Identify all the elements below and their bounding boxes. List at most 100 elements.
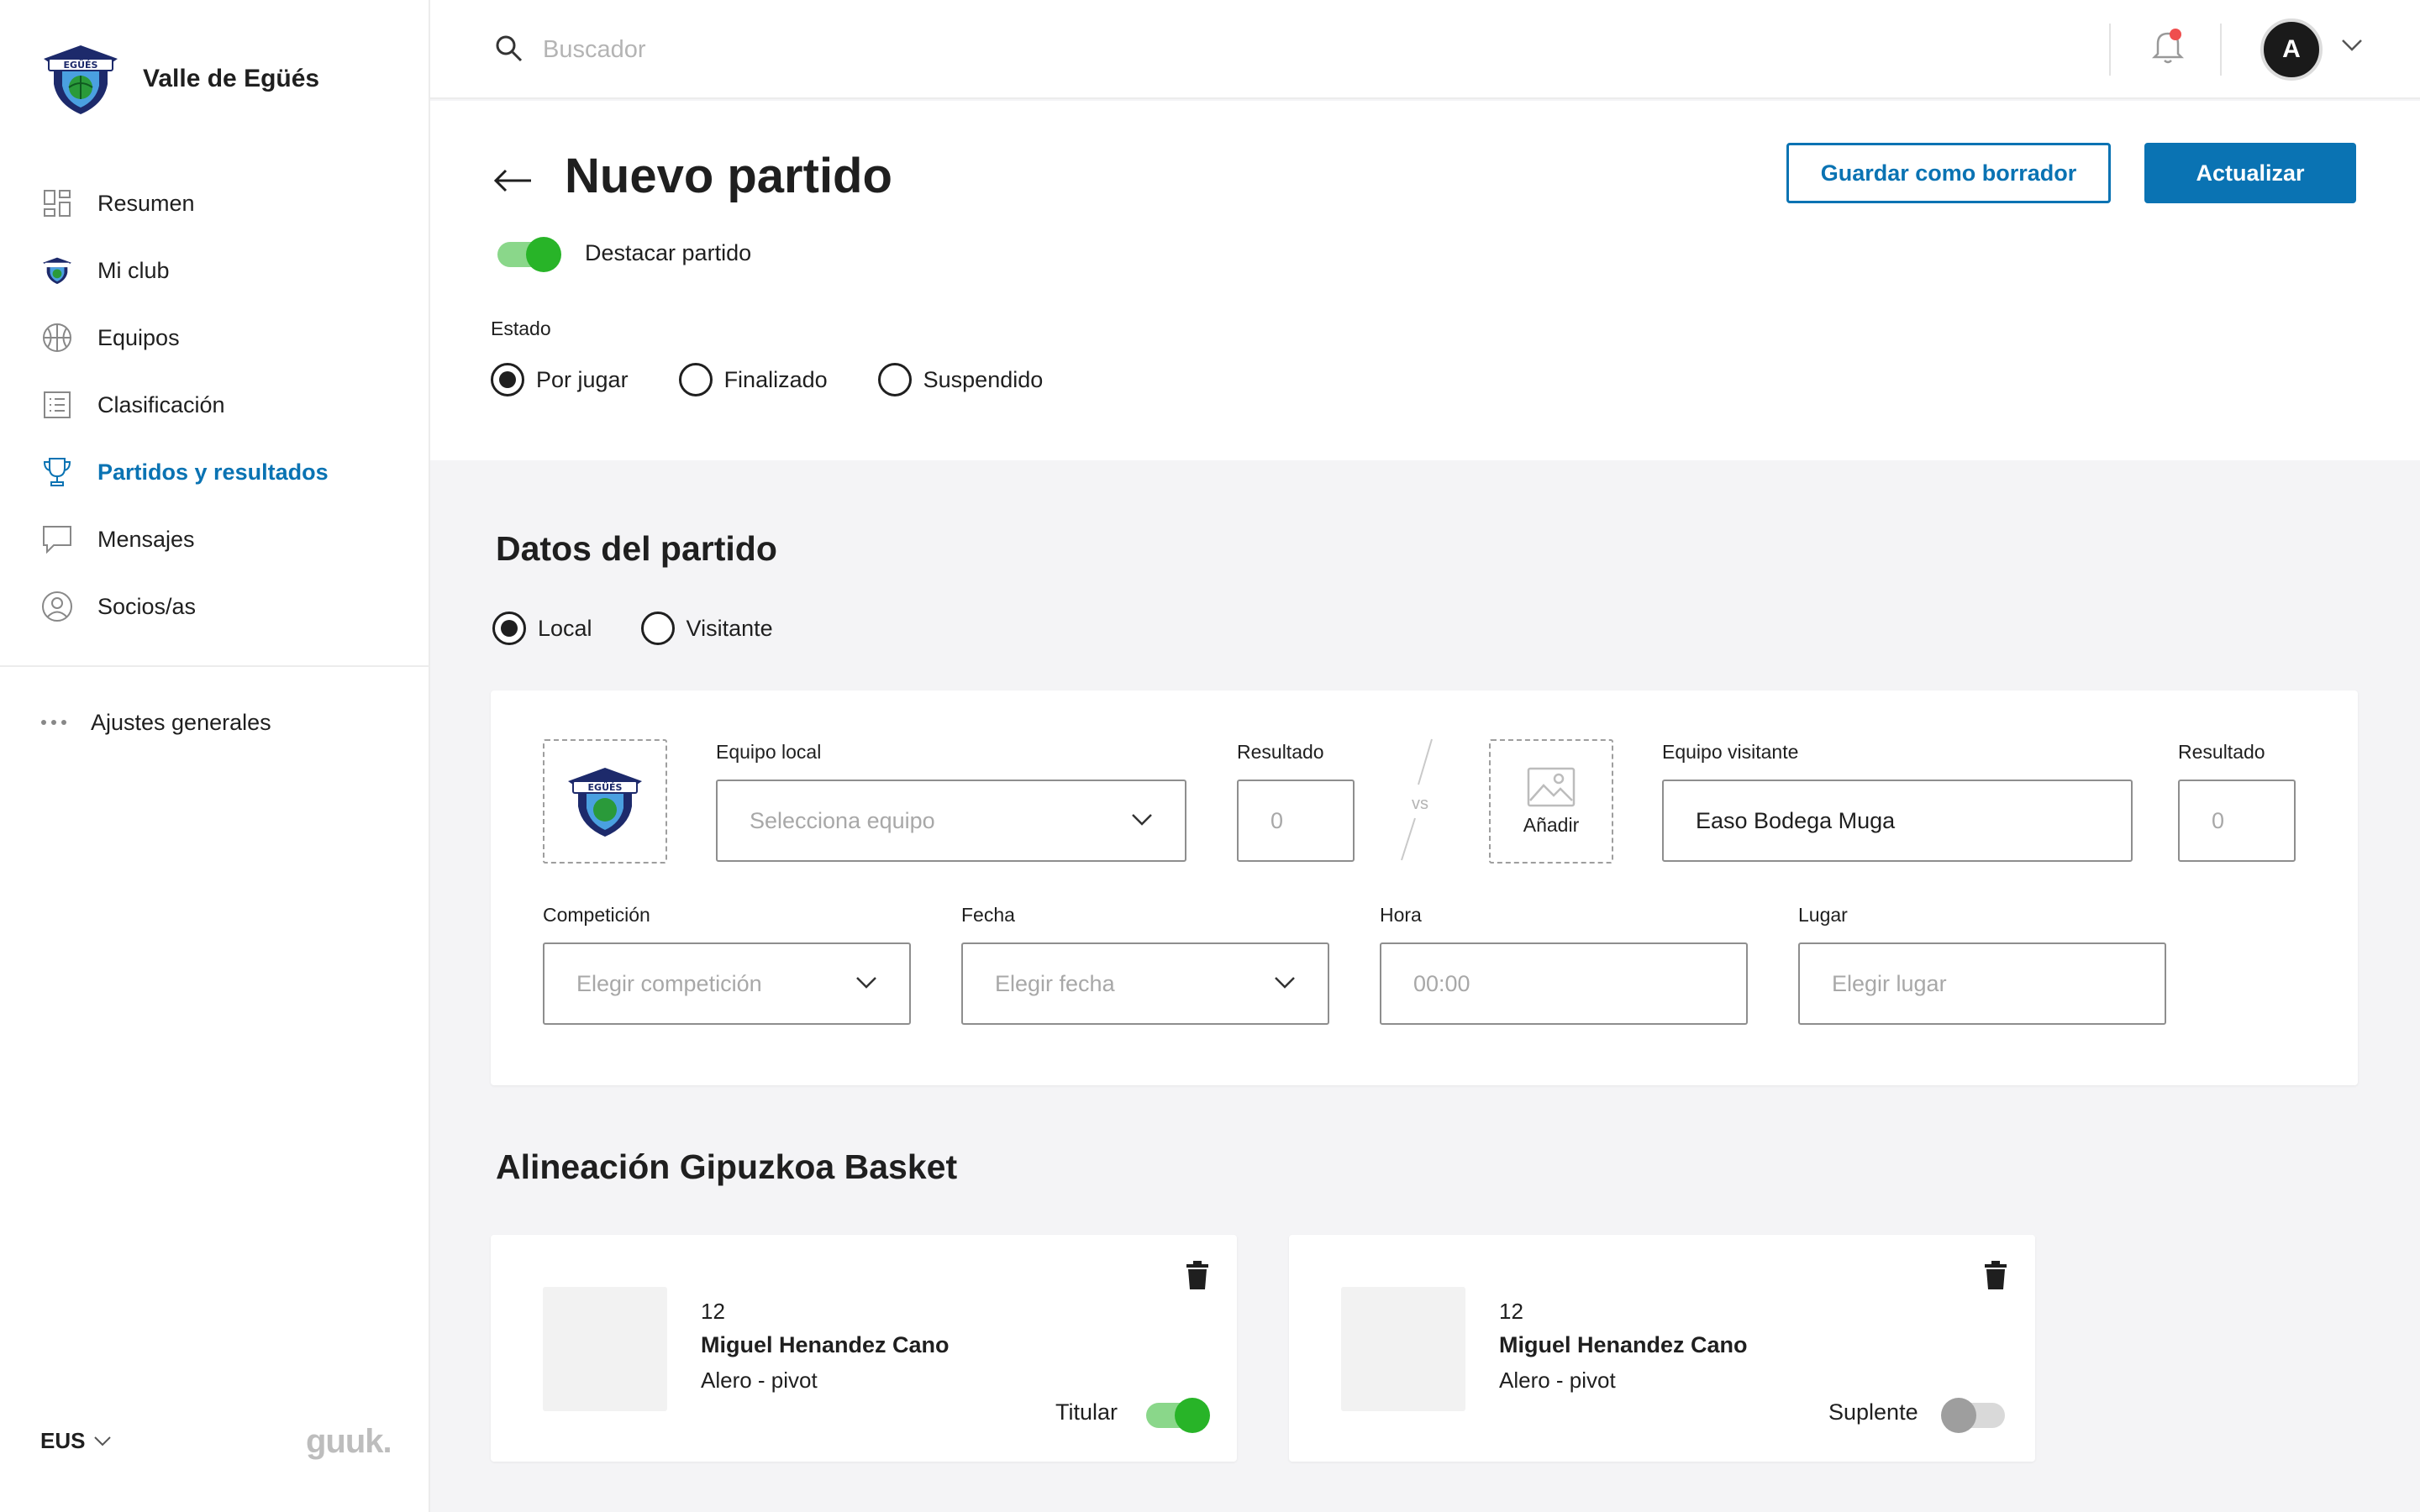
player-number: 12 [701,1299,725,1324]
update-button[interactable]: Actualizar [2144,143,2356,203]
svg-text:EGÜÉS: EGÜÉS [64,59,98,71]
sidebar-item-ajustes[interactable]: Ajustes generales [40,689,271,756]
visitante-radio[interactable]: Visitante [640,612,773,645]
feature-label: Destacar partido [585,240,752,265]
guuk-logo: guuk. [306,1423,392,1460]
date-placeholder: Elegir fecha [995,970,1115,996]
time-label: Hora [1380,904,1422,926]
radio-circle [491,363,524,396]
away-result-input[interactable]: 0 [2178,780,2296,862]
player-role-label: Titular [1055,1399,1118,1425]
player-photo [543,1287,667,1411]
date-label: Fecha [961,904,1015,926]
place-input[interactable]: Elegir lugar [1798,942,2166,1025]
estado-por-jugar-radio[interactable]: Por jugar [491,363,629,396]
sidebar-item-socios[interactable]: Socios/as [0,573,429,640]
svg-text:EGÜÉS: EGÜÉS [588,781,623,793]
local-team-label: Equipo local [716,741,822,763]
back-arrow-icon[interactable] [492,168,533,193]
sidebar-divider [0,665,429,667]
date-select[interactable]: Elegir fecha [961,942,1329,1025]
sidebar-item-equipos[interactable]: Equipos [0,304,429,371]
local-radio[interactable]: Local [492,612,592,645]
search-input[interactable] [543,25,1551,74]
starter-toggle[interactable] [1146,1398,1210,1433]
local-result-placeholder: 0 [1270,807,1284,833]
away-result-label: Resultado [2178,741,2265,763]
local-team-placeholder: Selecciona equipo [750,807,935,833]
away-team-value: Easo Bodega Muga [1696,807,1896,833]
brand[interactable]: EGÜÉS Valle de Egüés [37,40,319,118]
estado-radio-group: Por jugar Finalizado Suspendido [491,363,1093,396]
toggle-knob [1175,1398,1210,1433]
estado-suspendido-radio[interactable]: Suspendido [877,363,1043,396]
sidebar-item-label: Partidos y resultados [97,459,329,485]
starter-toggle[interactable] [1941,1398,2005,1433]
sidebar-item-label: Clasificación [97,391,225,417]
competition-placeholder: Elegir competición [576,970,762,996]
player-position: Alero - pivot [1499,1368,1616,1393]
topbar: A [430,0,2420,99]
more-dots-icon [40,715,67,730]
radio-circle [678,363,713,396]
player-name: Miguel Henandez Cano [1499,1332,1748,1357]
sidebar-item-label: Mi club [97,257,170,283]
estado-label: Estado [491,318,551,339]
search-icon [496,35,523,62]
radio-circle [640,612,675,645]
player-card: 12 Miguel Henandez Cano Alero - pivot Su… [1289,1235,2035,1462]
trophy-icon [40,455,74,489]
trash-icon[interactable] [1185,1260,1210,1290]
away-team-label: Equipo visitante [1662,741,1799,763]
sidebar: EGÜÉS Valle de Egüés Resumen Mi club Equ… [0,0,430,1512]
notification-dot [2170,29,2181,40]
local-result-input[interactable]: 0 [1237,780,1355,862]
club-logo: EGÜÉS [44,45,118,114]
language-selector[interactable]: EUS [40,1428,112,1454]
image-icon [1527,767,1576,806]
trash-icon[interactable] [1983,1260,2008,1290]
time-input[interactable]: 00:00 [1380,942,1748,1025]
competition-select[interactable]: Elegir competición [543,942,911,1025]
sidebar-item-resumen[interactable]: Resumen [0,170,429,237]
message-icon [40,522,74,556]
location-radio-group: Local Visitante [492,612,822,645]
lineup-title: Alineación Gipuzkoa Basket [496,1147,958,1186]
away-team-logo-add[interactable]: Añadir [1489,739,1613,864]
radio-label: Local [538,615,592,641]
place-placeholder: Elegir lugar [1832,970,1947,996]
sidebar-item-label: Mensajes [97,526,195,552]
avatar[interactable]: A [2260,18,2323,81]
radio-circle [492,612,526,645]
sidebar-item-clasificacion[interactable]: Clasificación [0,371,429,438]
club-logo: EGÜÉS [568,768,642,837]
club-name: Valle de Egüés [143,65,320,92]
radio-dot [501,620,518,637]
topbar-divider [2220,24,2222,76]
page-header: Nuevo partido Guardar como borrador Actu… [430,101,2420,460]
sidebar-item-label: Equipos [97,324,180,350]
vs-label: vs [1412,795,1428,813]
radio-circle [877,363,912,396]
sidebar-item-label: Resumen [97,190,195,216]
local-team-logo[interactable]: EGÜÉS [543,739,667,864]
chevron-down-icon [1275,977,1295,989]
sidebar-item-partidos[interactable]: Partidos y resultados [0,438,429,506]
save-draft-button[interactable]: Guardar como borrador [1786,143,2111,203]
chevron-down-icon[interactable] [2341,39,2363,52]
sidebar-item-label: Socios/as [97,593,197,619]
add-logo-label: Añadir [1523,813,1580,836]
feature-toggle[interactable] [497,237,561,272]
match-section-title: Datos del partido [496,529,777,568]
player-role-label: Suplente [1828,1399,1918,1425]
club-logo-icon [40,254,74,287]
estado-finalizado-radio[interactable]: Finalizado [678,363,828,396]
sidebar-item-mensajes[interactable]: Mensajes [0,506,429,573]
radio-label: Finalizado [723,366,828,392]
time-placeholder: 00:00 [1413,970,1470,996]
player-position: Alero - pivot [701,1368,818,1393]
local-team-select[interactable]: Selecciona equipo [716,780,1186,862]
radio-label: Visitante [686,615,773,641]
sidebar-item-mi-club[interactable]: Mi club [0,237,429,304]
away-team-input[interactable]: Easo Bodega Muga [1662,780,2133,862]
